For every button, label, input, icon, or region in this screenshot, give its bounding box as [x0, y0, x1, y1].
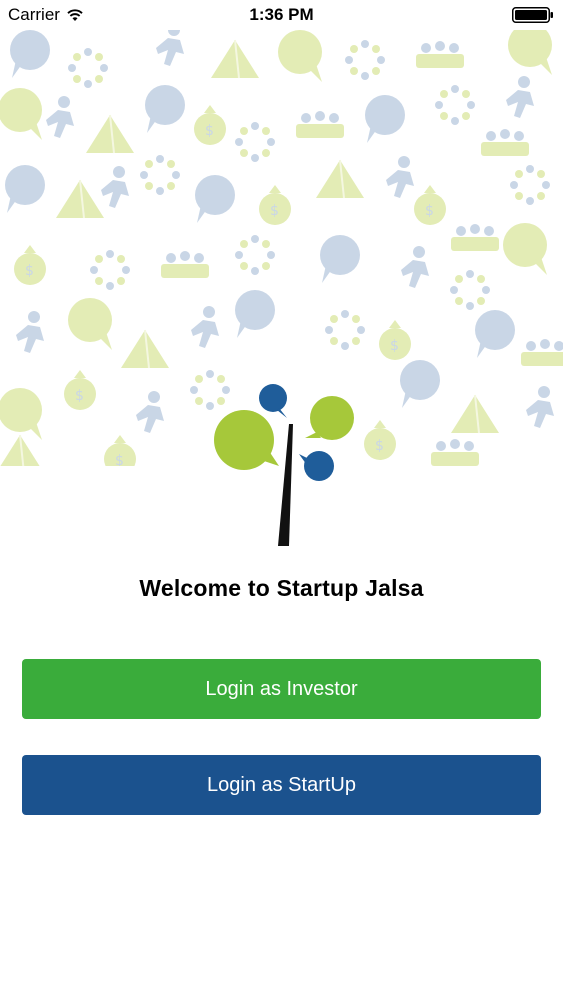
logo-green-bubble-large	[214, 410, 279, 470]
battery-icon	[512, 7, 553, 23]
startup-jalsa-logo	[214, 384, 354, 546]
logo-green-bubble-right	[305, 396, 354, 440]
login-startup-button[interactable]: Login as StartUp	[22, 755, 541, 815]
logo-blue-bubble-right	[299, 451, 334, 481]
welcome-title: Welcome to Startup Jalsa	[139, 575, 424, 601]
login-investor-button[interactable]: Login as Investor	[22, 659, 541, 719]
status-bar: Carrier 1:36 PM	[0, 0, 563, 30]
logo-blue-bubble-top	[259, 384, 287, 418]
status-time: 1:36 PM	[249, 5, 314, 24]
logo-trunk	[278, 424, 293, 546]
